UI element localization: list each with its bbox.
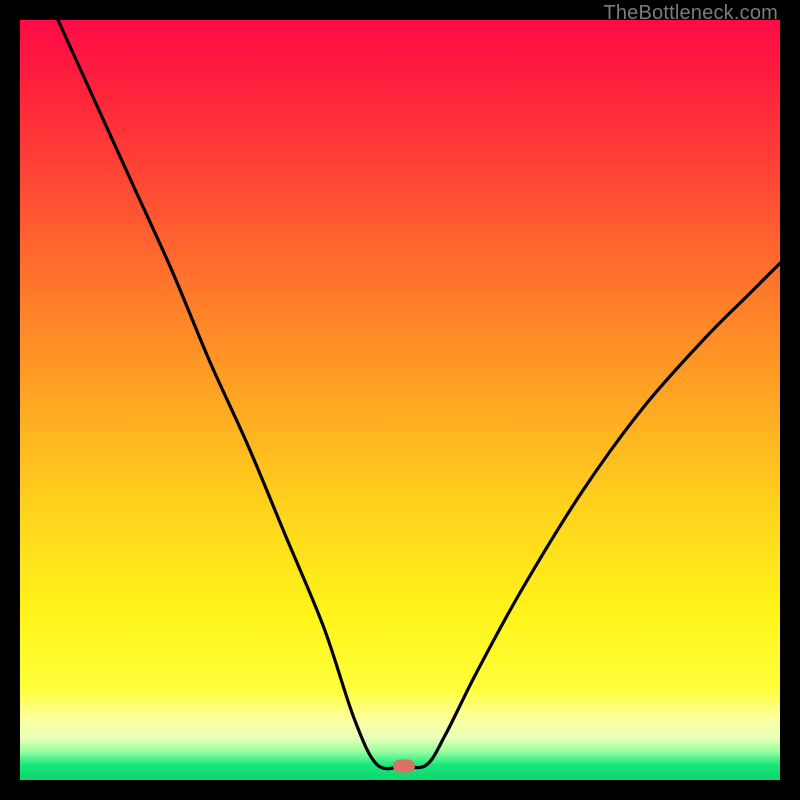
chart-stage: TheBottleneck.com: [0, 0, 800, 800]
optimal-point-marker: [393, 760, 415, 773]
curve-path: [58, 20, 780, 769]
bottleneck-curve: [20, 20, 780, 780]
plot-area: [20, 20, 780, 780]
